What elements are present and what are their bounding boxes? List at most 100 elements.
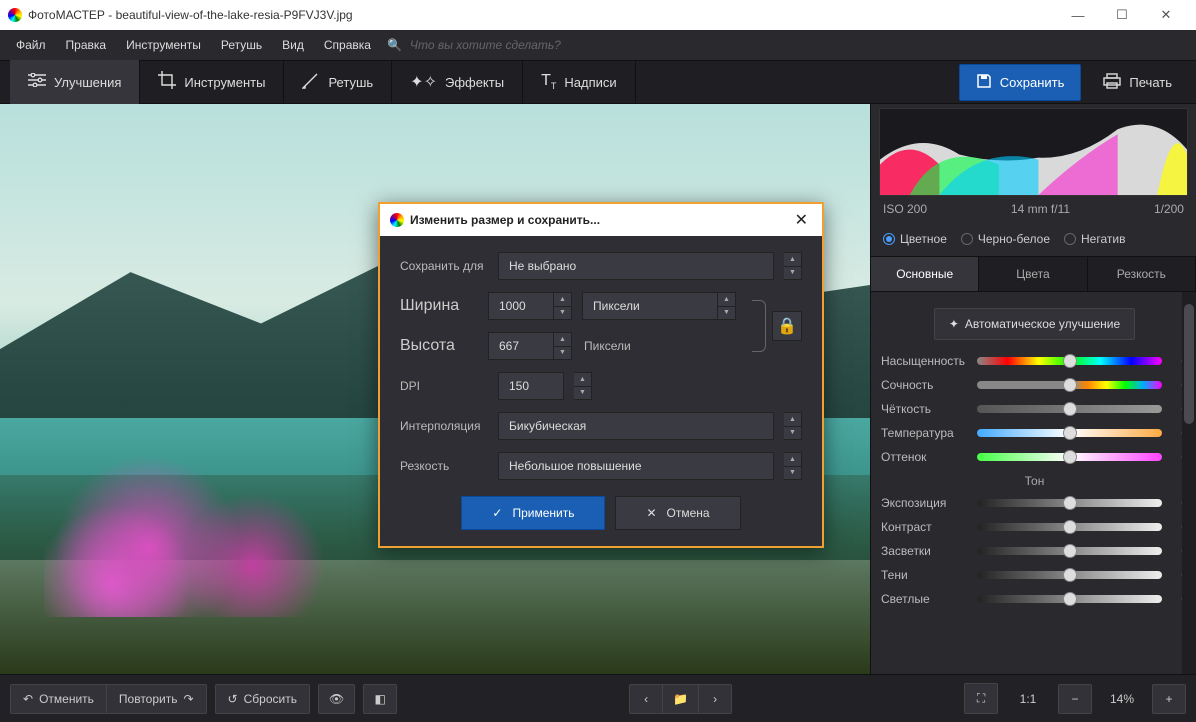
height-units-label: Пиксели (572, 339, 631, 353)
cancel-button[interactable]: ✕Отмена (615, 496, 740, 530)
height-input[interactable] (488, 332, 554, 360)
menu-help[interactable]: Справка (316, 34, 379, 56)
tab-retouch[interactable]: Ретушь (284, 60, 392, 104)
slider-clarity[interactable] (977, 405, 1162, 413)
menu-file[interactable]: Файл (8, 34, 54, 56)
zoom-percent-label: 14% (1100, 692, 1144, 706)
save-button-label: Сохранить (1000, 75, 1065, 90)
menu-retouch[interactable]: Ретушь (213, 34, 270, 56)
color-mode-group: Цветное Черно-белое Негатив (871, 222, 1196, 256)
text-icon: TT (541, 72, 556, 91)
search-icon[interactable]: 🔍 (387, 38, 402, 52)
interpolation-spinner[interactable]: ▲▼ (784, 412, 802, 440)
print-button[interactable]: Печать (1089, 65, 1186, 100)
resize-dialog: Изменить размер и сохранить... ✕ Сохрани… (378, 202, 824, 548)
slider-temperature[interactable] (977, 429, 1162, 437)
dpi-spinner[interactable]: ▲▼ (574, 372, 592, 400)
eye-icon: 👁 (329, 692, 344, 706)
zoom-ratio-label[interactable]: 1:1 (1006, 692, 1050, 706)
menu-view[interactable]: Вид (274, 34, 312, 56)
next-image-button[interactable]: › (698, 684, 732, 714)
slider-exposure[interactable] (977, 499, 1162, 507)
slider-highlights-label: Засветки (881, 544, 971, 558)
sliders-icon (28, 73, 46, 92)
compare-button[interactable]: ◧ (363, 684, 397, 714)
titlebar: ФотоМАСТЕР - beautiful-view-of-the-lake-… (0, 0, 1196, 30)
interpolation-select[interactable]: Бикубическая (498, 412, 774, 440)
right-panel: ISO 200 14 mm f/11 1/200 Цветное Черно-б… (870, 104, 1196, 674)
slider-contrast-label: Контраст (881, 520, 971, 534)
fit-screen-button[interactable]: ⛶ (964, 683, 998, 714)
lock-icon: 🔒 (777, 316, 797, 336)
height-label: Высота (400, 337, 488, 355)
folder-icon: 📁 (673, 692, 688, 706)
lock-ratio-button[interactable]: 🔒 (772, 311, 802, 341)
zoom-out-button[interactable]: − (1058, 684, 1092, 714)
tab-tools[interactable]: Инструменты (140, 60, 284, 104)
save-button[interactable]: Сохранить (959, 64, 1082, 101)
menu-tools[interactable]: Инструменты (118, 34, 209, 56)
tab-enhancements[interactable]: Улучшения (10, 60, 140, 104)
tab-text[interactable]: TT Надписи (523, 60, 636, 104)
zoom-in-button[interactable]: + (1152, 684, 1186, 714)
adj-tab-basic[interactable]: Основные (871, 257, 979, 291)
interpolation-label: Интерполяция (400, 419, 488, 433)
adjustment-tabs: Основные Цвета Резкость (871, 256, 1196, 292)
exif-iso: ISO 200 (883, 202, 927, 216)
preview-toggle-button[interactable]: 👁 (318, 684, 355, 714)
slider-clarity-label: Чёткость (881, 402, 971, 416)
height-spinner[interactable]: ▲▼ (554, 332, 572, 360)
maximize-button[interactable]: ☐ (1100, 0, 1144, 30)
scrollbar[interactable] (1182, 292, 1196, 674)
prev-image-button[interactable]: ‹ (629, 684, 663, 714)
mode-bw[interactable]: Черно-белое (961, 232, 1050, 246)
mode-color[interactable]: Цветное (883, 232, 947, 246)
dialog-close-button[interactable]: ✕ (791, 210, 812, 230)
save-for-select[interactable]: Не выбрано (498, 252, 774, 280)
slider-vibrance[interactable] (977, 381, 1162, 389)
app-logo-icon (390, 213, 404, 227)
check-icon: ✓ (492, 506, 502, 520)
units-select[interactable]: Пиксели (582, 292, 718, 320)
mode-negative[interactable]: Негатив (1064, 232, 1125, 246)
slider-highlights[interactable] (977, 547, 1162, 555)
save-for-spinner[interactable]: ▲▼ (784, 252, 802, 280)
dialog-title-text: Изменить размер и сохранить... (410, 213, 791, 227)
exif-info: ISO 200 14 mm f/11 1/200 (871, 196, 1196, 222)
close-window-button[interactable]: ✕ (1144, 0, 1188, 30)
sharpen-spinner[interactable]: ▲▼ (784, 452, 802, 480)
width-spinner[interactable]: ▲▼ (554, 292, 572, 320)
redo-button[interactable]: Повторить↷ (106, 684, 207, 714)
units-spinner[interactable]: ▲▼ (718, 292, 736, 320)
reset-button[interactable]: ↺Сбросить (215, 684, 310, 714)
slider-shadows[interactable] (977, 571, 1162, 579)
chevron-right-icon: › (713, 692, 717, 706)
tab-effects[interactable]: ✦✧ Эффекты (392, 60, 523, 104)
undo-icon: ↶ (23, 692, 33, 706)
dpi-input[interactable] (498, 372, 564, 400)
adj-tab-sharpness[interactable]: Резкость (1088, 257, 1196, 291)
redo-icon: ↷ (183, 692, 193, 706)
slider-saturation[interactable] (977, 357, 1162, 365)
search-input[interactable]: Что вы хотите сделать? (410, 38, 561, 52)
auto-enhance-button[interactable]: ✦ Автоматическое улучшение (934, 308, 1135, 340)
sharpen-label: Резкость (400, 459, 488, 473)
minimize-button[interactable]: — (1056, 0, 1100, 30)
apply-button[interactable]: ✓Применить (461, 496, 605, 530)
wand-icon: ✦ (949, 317, 959, 331)
slider-tint[interactable] (977, 453, 1162, 461)
tab-enhancements-label: Улучшения (54, 75, 121, 90)
dialog-titlebar: Изменить размер и сохранить... ✕ (380, 204, 822, 236)
open-folder-button[interactable]: 📁 (662, 684, 699, 714)
radio-icon (883, 233, 895, 245)
slider-whites[interactable] (977, 595, 1162, 603)
undo-button[interactable]: ↶Отменить (10, 684, 107, 714)
width-input[interactable] (488, 292, 554, 320)
histogram[interactable] (879, 108, 1188, 196)
slider-contrast[interactable] (977, 523, 1162, 531)
crop-icon (158, 71, 176, 94)
adj-tab-colors[interactable]: Цвета (979, 257, 1087, 291)
menu-edit[interactable]: Правка (58, 34, 115, 56)
bottom-toolbar: ↶Отменить Повторить↷ ↺Сбросить 👁 ◧ ‹ 📁 ›… (0, 674, 1196, 722)
sharpen-select[interactable]: Небольшое повышение (498, 452, 774, 480)
